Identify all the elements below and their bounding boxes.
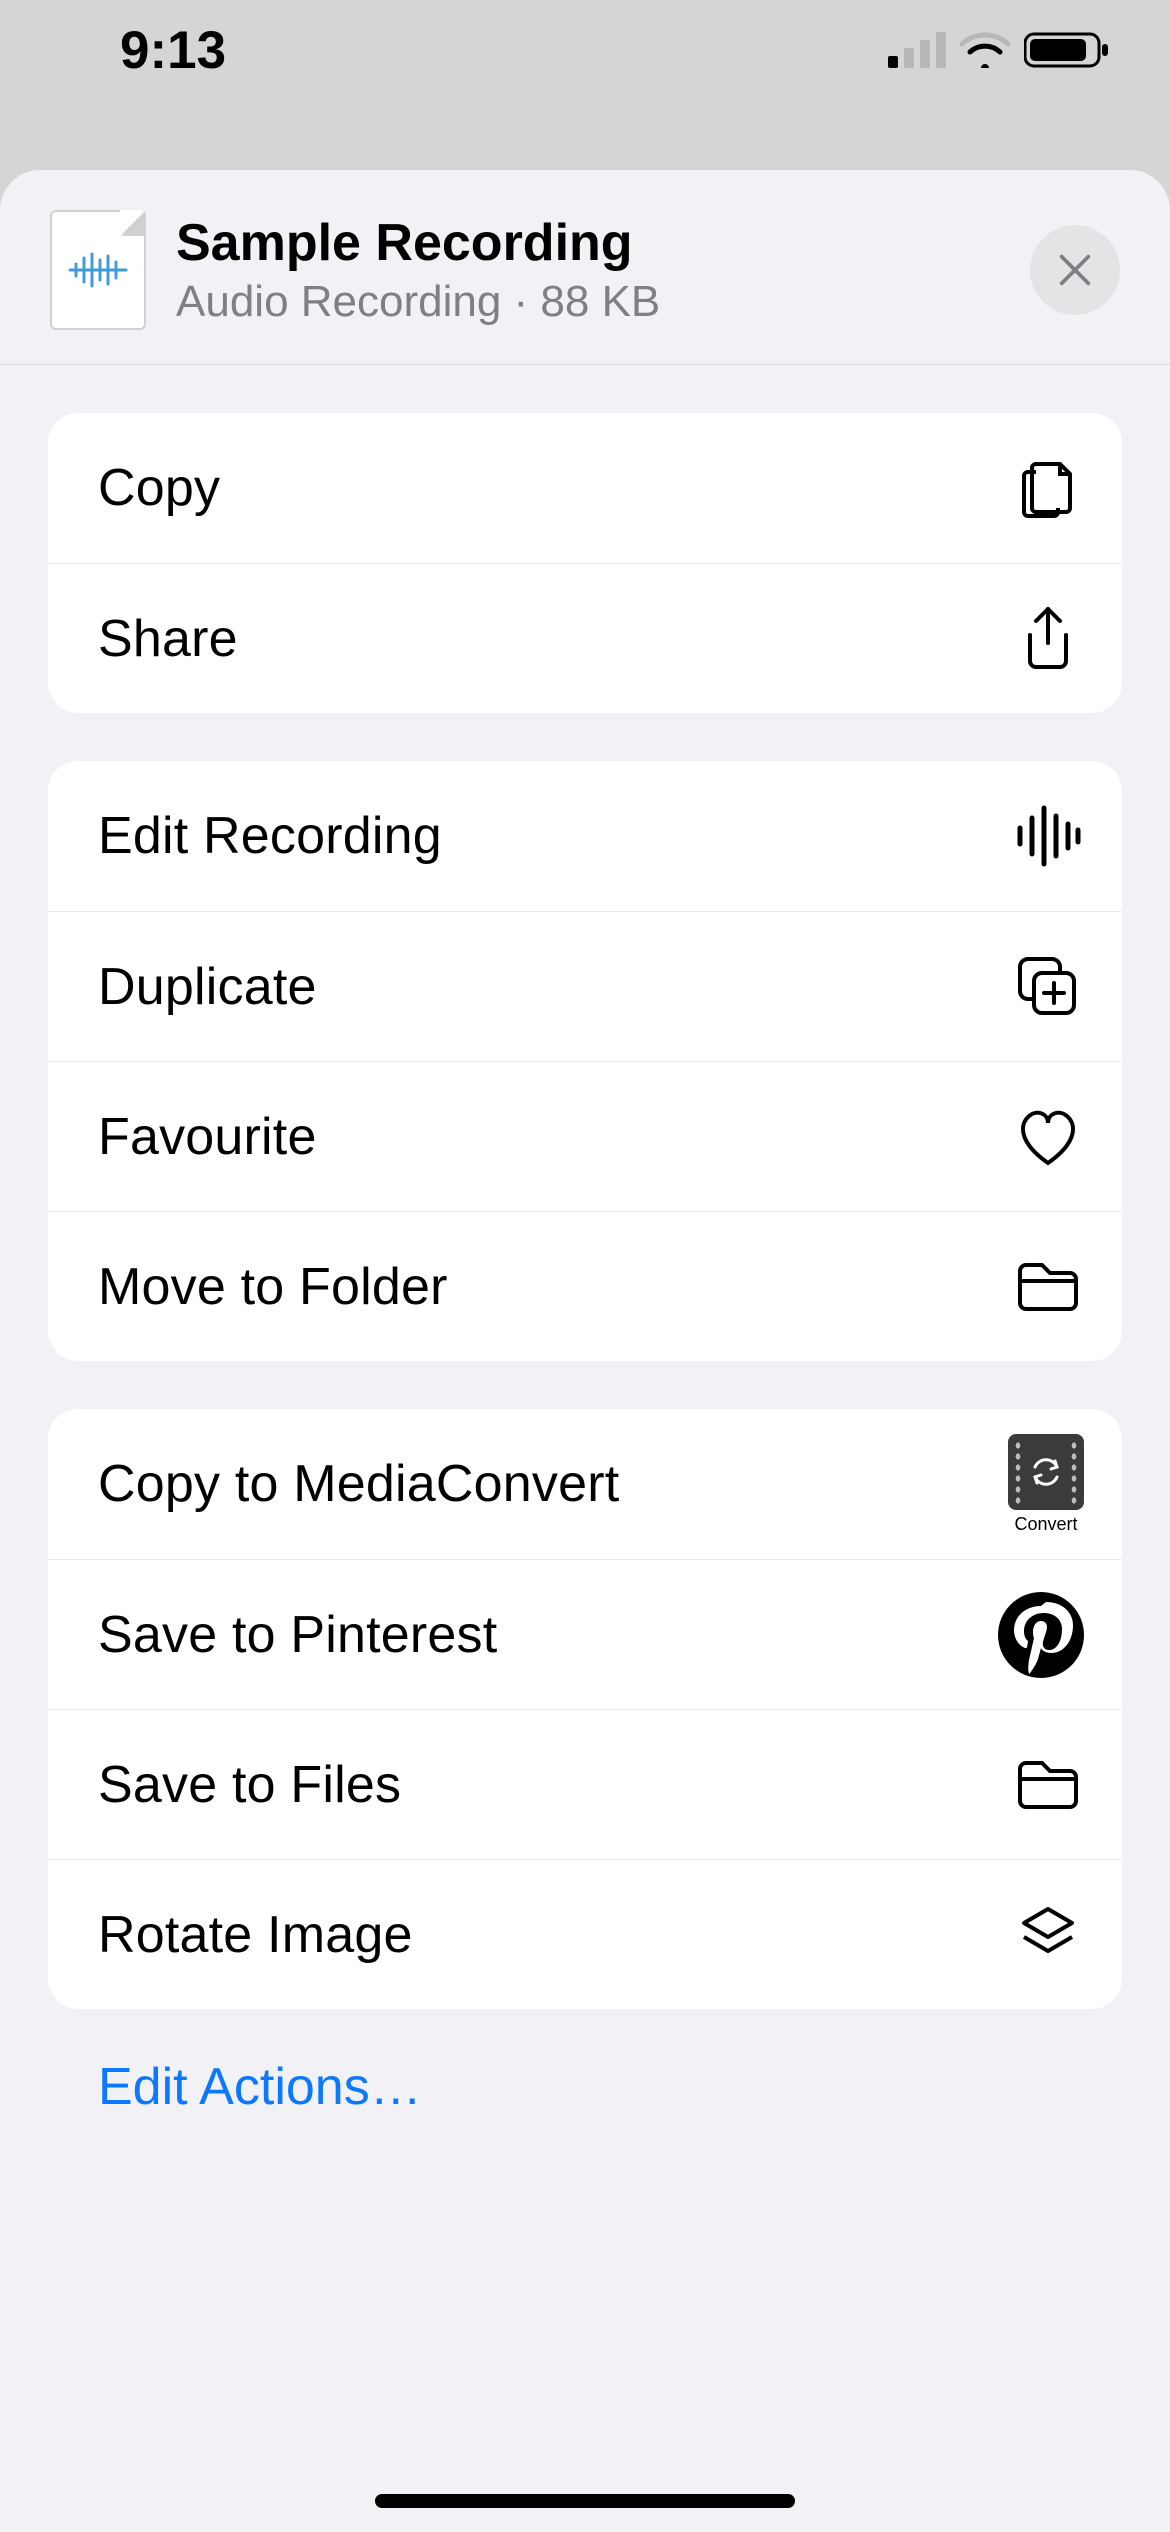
status-bar: 9:13 — [0, 0, 1170, 100]
row-label: Copy to MediaConvert — [98, 1454, 619, 1514]
header-text: Sample Recording Audio Recording · 88 KB — [176, 213, 1030, 327]
wifi-icon — [960, 32, 1010, 68]
cellular-icon — [888, 32, 946, 68]
duplicate-icon — [1012, 951, 1084, 1023]
row-label: Rotate Image — [98, 1905, 413, 1965]
move-folder-row[interactable]: Move to Folder — [48, 1211, 1122, 1361]
rotate-image-row[interactable]: Rotate Image — [48, 1859, 1122, 2009]
mediaconvert-row[interactable]: Copy to MediaConvert Convert — [48, 1409, 1122, 1559]
copy-row[interactable]: Copy — [48, 413, 1122, 563]
heart-icon — [1012, 1101, 1084, 1173]
duplicate-row[interactable]: Duplicate — [48, 911, 1122, 1061]
home-indicator — [375, 2494, 795, 2508]
file-title: Sample Recording — [176, 213, 1030, 273]
pinterest-icon — [998, 1592, 1084, 1678]
favourite-row[interactable]: Favourite — [48, 1061, 1122, 1211]
save-files-row[interactable]: Save to Files — [48, 1709, 1122, 1859]
action-group: Copy Share — [48, 413, 1122, 713]
battery-icon — [1024, 30, 1110, 70]
file-subtitle: Audio Recording · 88 KB — [176, 277, 1030, 327]
action-groups: Copy Share — [0, 365, 1170, 2117]
folder-icon — [1012, 1749, 1084, 1821]
action-group: Edit Recording Duplicate — [48, 761, 1122, 1361]
row-label: Move to Folder — [98, 1257, 448, 1317]
row-label: Edit Recording — [98, 806, 442, 866]
share-sheet: Sample Recording Audio Recording · 88 KB… — [0, 170, 1170, 2532]
status-icons — [888, 30, 1110, 70]
close-button[interactable] — [1030, 225, 1120, 315]
action-group: Copy to MediaConvert Convert Save to Pin… — [48, 1409, 1122, 2009]
close-icon — [1056, 251, 1094, 289]
copy-icon — [1012, 452, 1084, 524]
row-label: Favourite — [98, 1107, 317, 1167]
row-label: Share — [98, 609, 238, 669]
pinterest-row[interactable]: Save to Pinterest — [48, 1559, 1122, 1709]
edit-recording-row[interactable]: Edit Recording — [48, 761, 1122, 911]
file-thumbnail — [50, 210, 146, 330]
row-label: Copy — [98, 458, 220, 518]
mediaconvert-icon: Convert — [1008, 1434, 1084, 1535]
folder-icon — [1012, 1251, 1084, 1323]
mediaconvert-caption: Convert — [1014, 1514, 1077, 1535]
status-time: 9:13 — [120, 20, 226, 81]
waveform-icon — [1012, 800, 1084, 872]
row-label: Duplicate — [98, 957, 317, 1017]
edit-actions-link[interactable]: Edit Actions… — [48, 2057, 1122, 2117]
row-label: Save to Pinterest — [98, 1605, 497, 1665]
share-row[interactable]: Share — [48, 563, 1122, 713]
shortcut-icon — [1012, 1899, 1084, 1971]
sheet-header: Sample Recording Audio Recording · 88 KB — [0, 170, 1170, 365]
row-label: Save to Files — [98, 1755, 401, 1815]
share-icon — [1012, 603, 1084, 675]
